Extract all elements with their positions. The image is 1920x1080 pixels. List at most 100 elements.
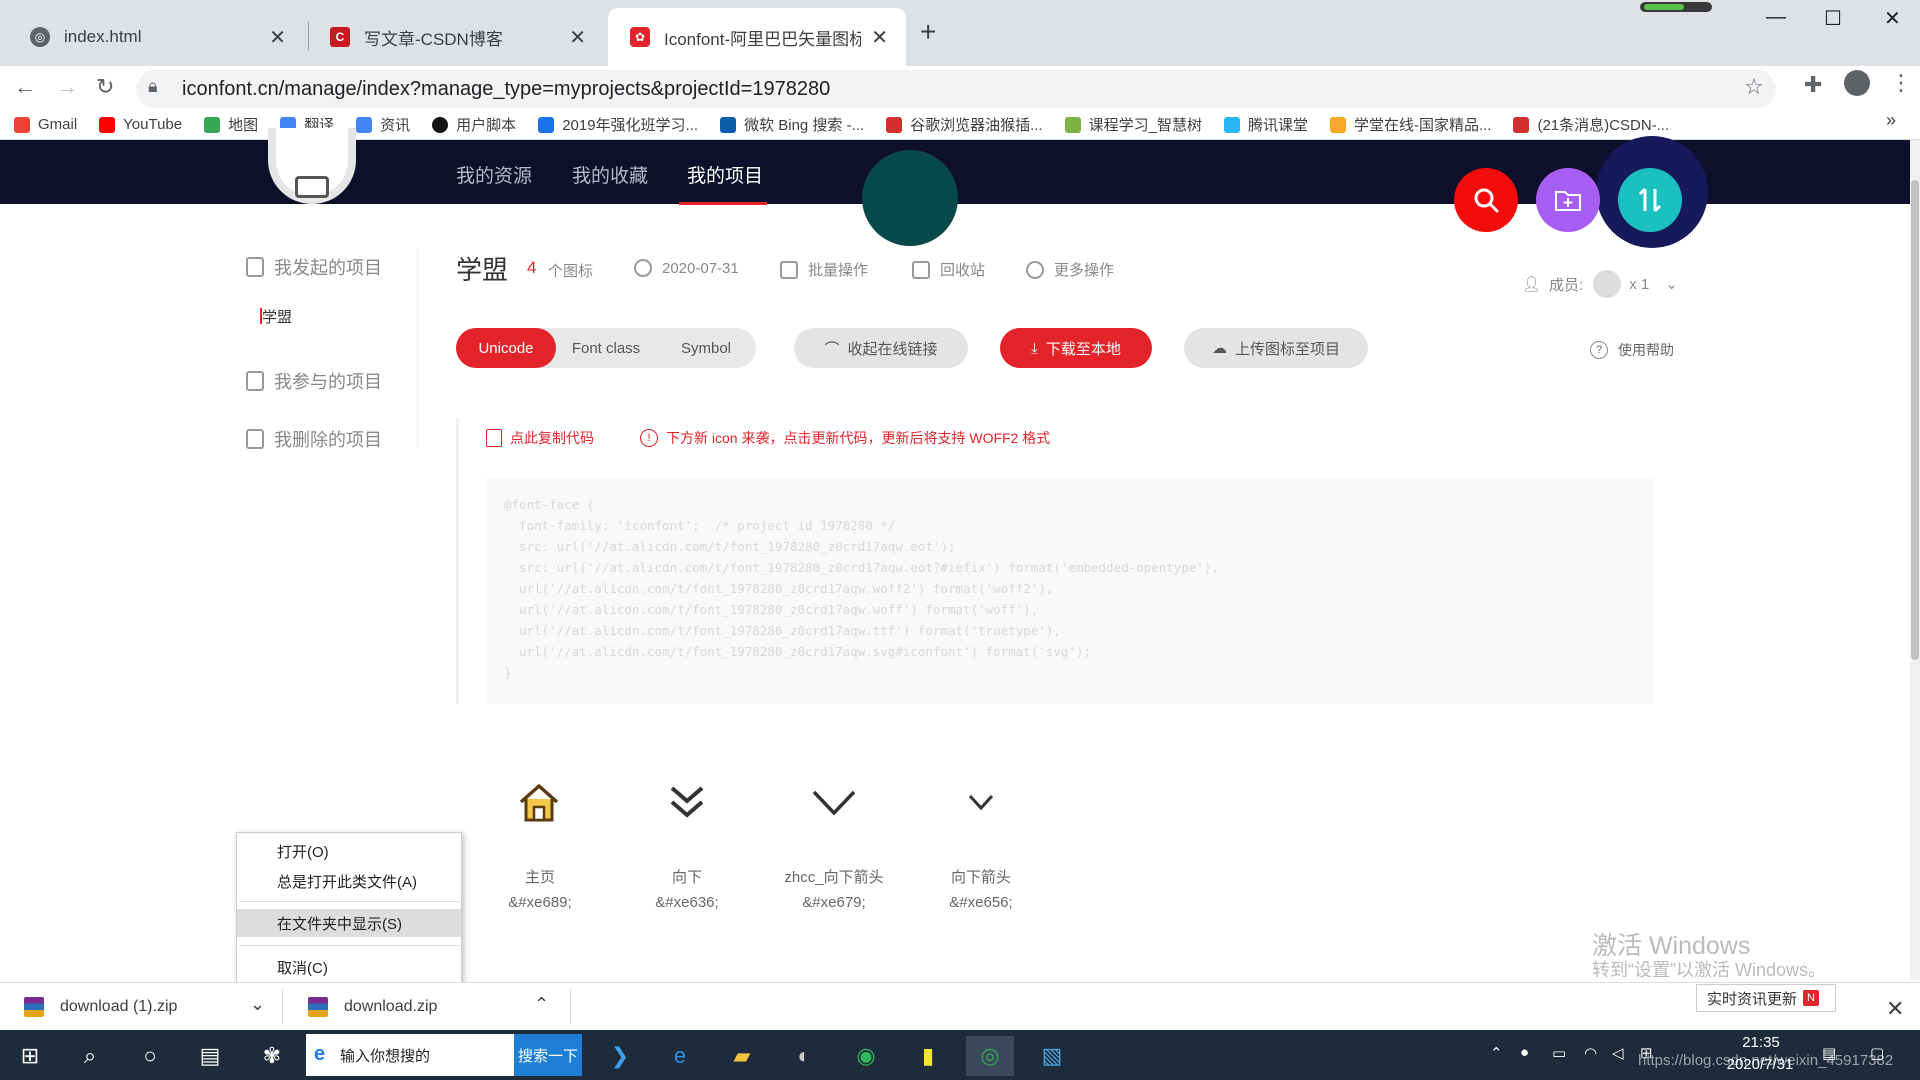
chrome-icon[interactable]: ◎ xyxy=(966,1036,1014,1076)
collapse-online-link-button[interactable]: ⌒ 收起在线链接 xyxy=(794,328,968,368)
new-tab-plus-icon[interactable]: + xyxy=(920,16,936,48)
taskbar-search-input[interactable]: e 输入你想搜的 xyxy=(306,1034,514,1076)
close-icon[interactable]: ✕ xyxy=(269,25,286,50)
project-title: 学盟 xyxy=(456,255,509,285)
battery-indicator xyxy=(1640,2,1712,12)
chevron-up-icon[interactable]: ⌃ xyxy=(534,994,549,1015)
clock-date[interactable]: 2020/7/31 xyxy=(1720,1056,1800,1073)
bookmark-map[interactable]: 地图 xyxy=(204,114,258,135)
upload-download-button[interactable] xyxy=(1618,168,1682,232)
pinwheel-app-icon[interactable]: ✾ xyxy=(248,1036,296,1076)
bookmark-star-icon[interactable]: ☆ xyxy=(1744,74,1764,100)
icon-card-home[interactable] xyxy=(479,780,599,831)
more-operations-button[interactable]: 更多操作 xyxy=(1026,259,1114,280)
tab-index-html[interactable]: ◎ index.html ✕ xyxy=(8,8,304,66)
reload-icon[interactable]: ↻ xyxy=(96,74,114,100)
action-center-icon[interactable]: ▢ xyxy=(1870,1044,1884,1062)
vscode-icon[interactable]: ❯ xyxy=(596,1036,644,1076)
tray-qq-icon[interactable]: ● xyxy=(1520,1044,1529,1061)
download-item-2[interactable]: download.zip ⌃ xyxy=(308,990,558,1024)
sticky-notes-icon[interactable]: ▮ xyxy=(904,1036,952,1076)
taskbar-search-button[interactable]: 搜索一下 xyxy=(514,1034,582,1076)
windows-start-icon[interactable]: ⊞ xyxy=(6,1036,54,1076)
search-icon[interactable]: ⌕ xyxy=(66,1036,114,1076)
address-bar[interactable]: 🔒︎ iconfont.cn/manage/index?manage_type=… xyxy=(136,70,1776,108)
forward-arrow-icon[interactable]: → xyxy=(56,74,78,100)
tab-symbol[interactable]: Symbol xyxy=(656,328,756,368)
download-local-button[interactable]: ⤓ 下载至本地 xyxy=(1000,328,1152,368)
clock-time[interactable]: 21:35 xyxy=(1736,1034,1786,1051)
icon-name: 向下箭头 xyxy=(950,869,1011,886)
back-arrow-icon[interactable]: ← xyxy=(14,74,36,100)
upload-icons-button[interactable]: ☁ 上传图标至项目 xyxy=(1184,328,1368,368)
icon-card-down-arrow[interactable] xyxy=(921,780,1041,831)
recycle-bin-button[interactable]: 回收站 xyxy=(912,259,985,280)
menu-kebab-icon[interactable]: ⋮ xyxy=(1890,70,1912,96)
bookmark-gmail[interactable]: Gmail xyxy=(14,116,77,133)
menu-item-open[interactable]: 打开(O) xyxy=(237,837,461,865)
download-item-1[interactable]: download (1).zip ⌄ xyxy=(24,990,274,1024)
bookmark-youtube[interactable]: YouTube xyxy=(99,116,182,133)
nav-my-resources[interactable]: 我的资源 xyxy=(456,161,532,188)
batch-operation-button[interactable]: 批量操作 xyxy=(780,259,868,280)
close-icon[interactable]: ✕ xyxy=(871,25,888,50)
code-line: src: url('//at.alicdn.com/t/font_1978280… xyxy=(504,560,1219,575)
bookmark-xuetangx[interactable]: 学堂在线-国家精品... xyxy=(1329,114,1491,135)
photos-icon[interactable]: ▧ xyxy=(1028,1036,1076,1076)
bookmarks-overflow-icon[interactable]: » xyxy=(1886,110,1896,131)
bookmark-label: (21条消息)CSDN-... xyxy=(1537,117,1670,134)
cortana-icon[interactable]: ○ xyxy=(126,1036,174,1076)
bookmark-tampermonkey[interactable]: 谷歌浏览器油猴插... xyxy=(886,114,1043,135)
notification-icon[interactable]: ▤ xyxy=(1822,1044,1836,1062)
sidebar-item-deleted-projects[interactable]: 我删除的项目 xyxy=(246,426,382,452)
task-view-icon[interactable]: ▤ xyxy=(186,1036,234,1076)
extensions-puzzle-icon[interactable]: ✚ xyxy=(1804,72,1822,98)
tray-chevron-up-icon[interactable]: ⌃ xyxy=(1490,1044,1503,1062)
menu-item-show-in-folder[interactable]: 在文件夹中显示(S) xyxy=(237,909,461,937)
nav-my-projects[interactable]: 我的项目 xyxy=(687,161,763,188)
copy-code-link[interactable]: 点此复制代码 xyxy=(486,428,594,448)
bookmark-tencent-class[interactable]: 腾讯课堂 xyxy=(1223,114,1308,135)
news-toast[interactable]: 实时资讯更新 N xyxy=(1696,984,1836,1012)
tray-wifi-icon[interactable]: ◠ xyxy=(1584,1044,1597,1062)
camera-app-icon[interactable]: ◉ xyxy=(842,1036,890,1076)
file-explorer-icon[interactable]: ▰ xyxy=(718,1036,766,1076)
profile-avatar-icon[interactable] xyxy=(1844,70,1870,96)
close-shelf-icon[interactable]: ✕ xyxy=(1886,996,1904,1022)
bookmark-zhihuishu[interactable]: 课程学习_智慧树 xyxy=(1064,114,1202,135)
icon-card-down[interactable] xyxy=(627,780,747,831)
menu-item-cancel[interactable]: 取消(C) xyxy=(237,953,461,981)
scrollbar-thumb[interactable] xyxy=(1911,180,1919,660)
sidebar-item-joined-projects[interactable]: 我参与的项目 xyxy=(246,368,382,394)
eclipse-icon[interactable]: ◐ xyxy=(780,1036,828,1076)
nav-my-favorites[interactable]: 我的收藏 xyxy=(572,161,648,188)
bookmark-userscript[interactable]: 用户脚本 xyxy=(432,114,516,135)
close-icon[interactable]: ✕ xyxy=(569,25,586,50)
bookmark-news[interactable]: 资讯 xyxy=(356,114,410,135)
minimize-icon[interactable]: — xyxy=(1766,6,1786,29)
sidebar-item-created-projects[interactable]: 我发起的项目 xyxy=(246,254,382,280)
tab-unicode[interactable]: Unicode xyxy=(456,328,556,368)
bookmark-csdn-messages[interactable]: (21条消息)CSDN-... xyxy=(1513,114,1669,135)
tab-font-class[interactable]: Font class xyxy=(556,328,656,368)
members-dropdown[interactable]: 👤︎ 成员: x 1 ⌄ xyxy=(1522,270,1678,298)
tab-csdn-write[interactable]: C 写文章-CSDN博客 ✕ xyxy=(308,8,604,66)
chevron-down-icon[interactable]: ⌄ xyxy=(250,994,265,1015)
sidebar-item-project-xuemeng[interactable]: 学盟 xyxy=(262,306,292,327)
search-button[interactable] xyxy=(1454,168,1518,232)
tray-volume-icon[interactable]: ◁ xyxy=(1612,1044,1624,1062)
activate-windows-subtitle: 转到“设置”以激活 Windows。 xyxy=(1592,960,1827,980)
icon-card-zhcc-down-arrow[interactable] xyxy=(774,780,894,831)
bookmark-course-2019[interactable]: 2019年强化班学习... xyxy=(538,114,698,135)
update-notice[interactable]: ! 下方新 icon 来袭，点击更新代码，更新后将支持 WOFF2 格式 xyxy=(640,428,1050,448)
new-project-button[interactable] xyxy=(1536,168,1600,232)
bookmark-bing[interactable]: 微软 Bing 搜索 -... xyxy=(720,114,864,135)
maximize-icon[interactable]: ☐ xyxy=(1824,6,1842,31)
tray-battery-icon[interactable]: ▭ xyxy=(1552,1044,1566,1062)
tab-iconfont[interactable]: ✿ Iconfont-阿里巴巴矢量图标库 ✕ xyxy=(608,8,906,66)
window-close-icon[interactable]: ✕ xyxy=(1884,6,1901,31)
edge-icon[interactable]: e xyxy=(656,1036,704,1076)
font-face-code-block[interactable]: @font-face { font-family: 'iconfont'; /*… xyxy=(486,478,1654,704)
menu-item-always-open[interactable]: 总是打开此类文件(A) xyxy=(237,867,461,895)
help-link[interactable]: ? 使用帮助 xyxy=(1590,340,1674,360)
